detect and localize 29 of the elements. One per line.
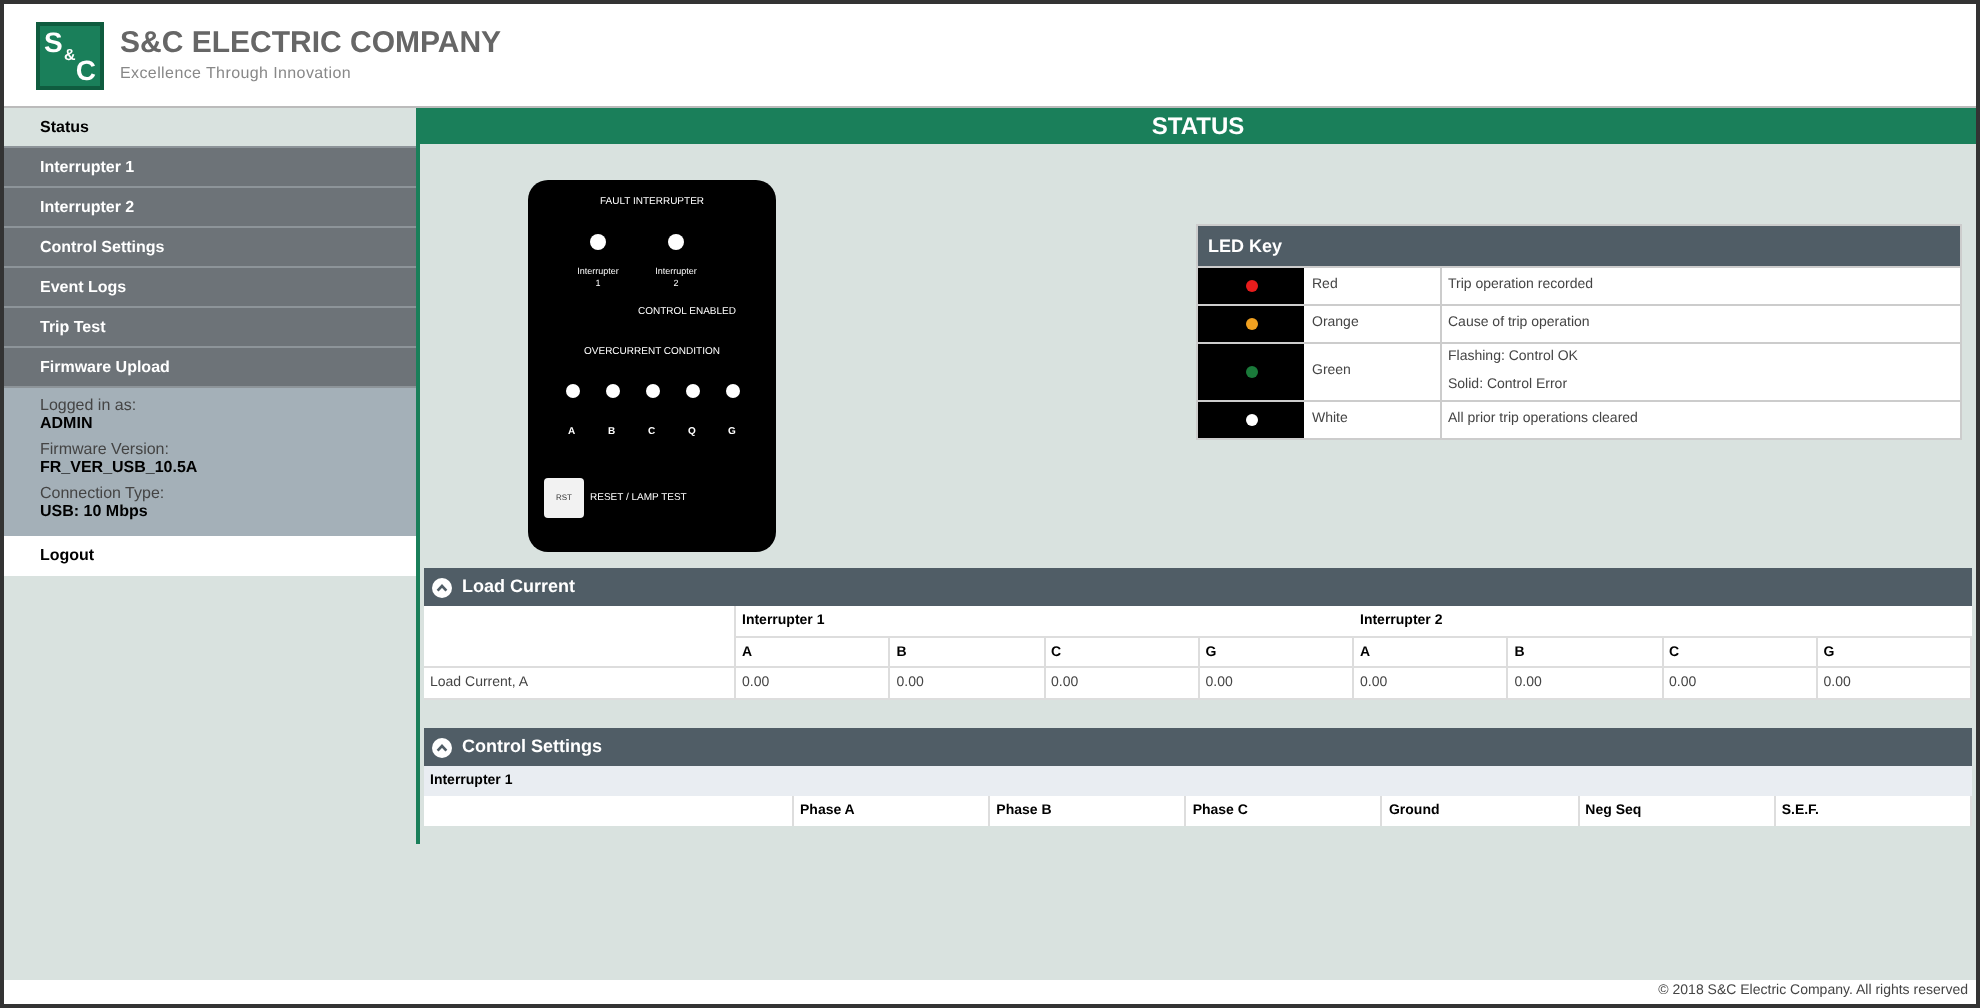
logout-link[interactable]: Logout bbox=[4, 536, 416, 576]
led-indicator bbox=[668, 234, 684, 250]
led-indicator bbox=[590, 234, 606, 250]
led-indicator bbox=[645, 384, 659, 398]
company-logo: S&C bbox=[36, 21, 104, 89]
info-value: USB: 10 Mbps bbox=[40, 502, 150, 520]
nav-item[interactable]: Trip Test bbox=[4, 308, 416, 348]
led-indicator bbox=[725, 384, 739, 398]
table-title: LED Key bbox=[1198, 226, 1960, 266]
nav-item[interactable]: Interrupter 1 bbox=[4, 148, 416, 188]
company-name: S&C ELECTRIC COMPANY bbox=[120, 26, 502, 64]
nav-item[interactable]: Event Logs bbox=[4, 268, 416, 308]
info-label: Firmware Version: bbox=[40, 440, 171, 458]
collapse-icon[interactable] bbox=[432, 577, 452, 597]
collapse-icon[interactable] bbox=[432, 737, 452, 757]
led-indicator bbox=[685, 384, 699, 398]
nav-item[interactable]: Interrupter 2 bbox=[4, 188, 416, 228]
info-label: Connection Type: bbox=[40, 484, 167, 502]
led-indicator bbox=[605, 384, 619, 398]
company-tagline: Excellence Through Innovation bbox=[120, 63, 354, 84]
info-label: Logged in as: bbox=[40, 396, 139, 414]
nav-item[interactable]: Control Settings bbox=[4, 228, 416, 268]
section-title: Load Current bbox=[462, 573, 576, 600]
info-value: ADMIN bbox=[40, 414, 95, 432]
nav-item[interactable]: Firmware Upload bbox=[4, 348, 416, 388]
page-title: STATUS bbox=[420, 108, 1976, 144]
led-indicator bbox=[565, 384, 579, 398]
info-value: FR_VER_USB_10.5A bbox=[40, 458, 200, 476]
section-title: Control Settings bbox=[462, 733, 602, 760]
